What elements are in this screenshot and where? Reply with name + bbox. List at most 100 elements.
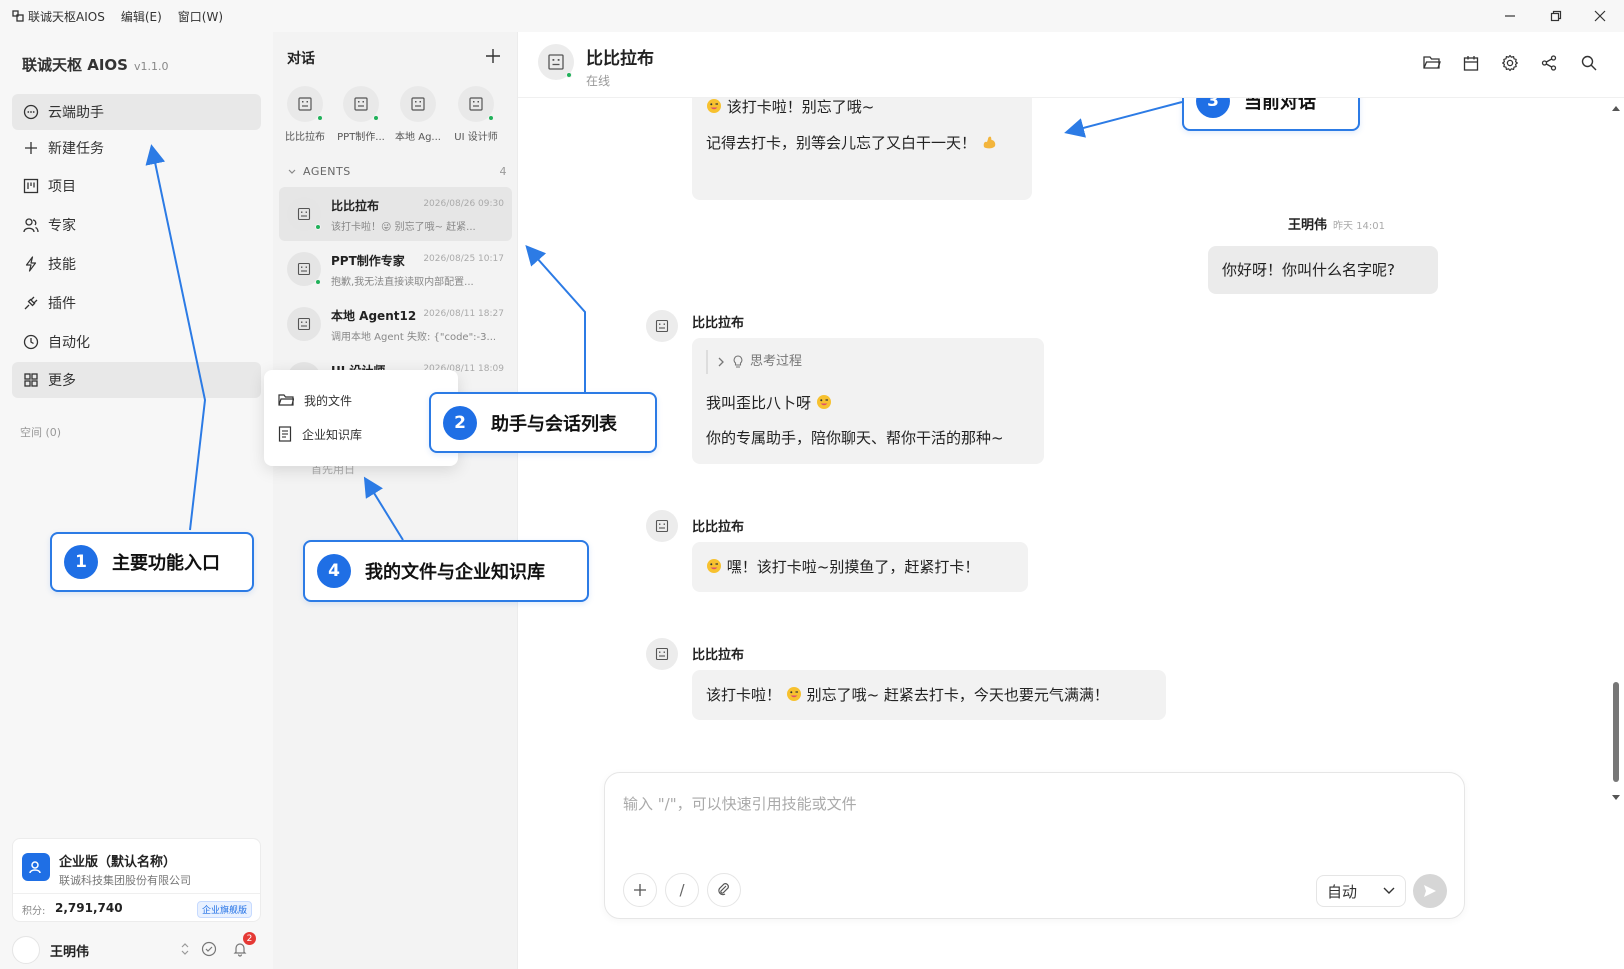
thinking-toggle[interactable]: 思考过程: [706, 350, 802, 374]
app-logo-icon: [12, 10, 24, 22]
share-button[interactable]: [1538, 52, 1560, 74]
conversation-name: PPT制作专家: [331, 254, 405, 268]
message-text: 该打卡啦！别忘了哦~: [726, 98, 875, 116]
quick-agent[interactable]: UI 设计师: [448, 86, 504, 143]
search-button[interactable]: [1578, 52, 1600, 74]
avatar[interactable]: [12, 936, 40, 964]
nav-experts[interactable]: 专家: [12, 207, 261, 243]
menu-window[interactable]: 窗口(W): [178, 8, 223, 25]
experts-icon: [22, 216, 40, 234]
calendar-button[interactable]: [1460, 52, 1482, 74]
menu-label: 我的文件: [304, 393, 353, 408]
nav-more[interactable]: 更多: [12, 362, 261, 398]
send-icon: [1424, 885, 1436, 897]
close-button[interactable]: [1580, 0, 1620, 32]
conversation-item[interactable]: 比比拉布 2026/08/26 09:30 该打卡啦！😜 别忘了哦~ 赶紧...: [279, 187, 512, 241]
nav-label: 专家: [48, 218, 76, 234]
menu-my-files[interactable]: 我的文件: [278, 388, 352, 412]
new-conversation-button[interactable]: [479, 42, 507, 70]
quick-agent[interactable]: PPT制作...: [333, 86, 389, 143]
conversation-preview: 调用本地 Agent 失败: {"code":-3...: [331, 332, 497, 343]
minimize-icon: [1505, 15, 1515, 17]
slash-command-button[interactable]: /: [665, 873, 699, 907]
share-icon: [1541, 55, 1557, 71]
message-line: 我叫歪比八卜呀: [706, 394, 832, 412]
brand: 联诚天枢 AIOS v1.1.0: [22, 54, 168, 75]
agents-section-header[interactable]: AGENTS 4: [287, 165, 507, 178]
message-sender: 王明伟 昨天 14:01: [1288, 214, 1385, 233]
winking-face-tongue-emoji: [816, 395, 831, 409]
menu-label: 企业知识库: [302, 427, 363, 442]
app-menu[interactable]: 联诚天枢AIOS: [12, 8, 105, 25]
status-check-icon[interactable]: [201, 941, 217, 957]
conversation-preview: 抱歉,我无法直接读取内部配置...: [331, 277, 474, 288]
menu-edit[interactable]: 编辑(E): [121, 8, 162, 25]
message-input[interactable]: [623, 795, 1443, 813]
online-dot: [317, 115, 323, 121]
callout-label: 助手与会话列表: [491, 413, 617, 435]
folder-open-button[interactable]: [1421, 52, 1443, 74]
conversation-item[interactable]: 本地 Agent12 2026/08/11 18:27 调用本地 Agent 失…: [279, 297, 512, 351]
nav-plugins[interactable]: 插件: [12, 285, 261, 321]
callout-label: 主要功能入口: [112, 553, 220, 574]
conversation-preview: 该打卡啦！😜 别忘了哦~ 赶紧...: [331, 222, 476, 233]
scroll-thumb[interactable]: [1613, 682, 1619, 782]
minimize-button[interactable]: [1490, 0, 1530, 32]
robot-icon: [287, 197, 321, 231]
quick-agent-label: PPT制作...: [337, 132, 385, 143]
callout-files-knowledge: 4 我的文件与企业知识库: [303, 540, 589, 602]
robot-icon: [287, 252, 321, 286]
chat-status: 在线: [586, 74, 611, 88]
title-bar: 联诚天枢AIOS 编辑(E) 窗口(W): [0, 0, 1624, 32]
message-text: 我叫歪比八卜呀: [706, 394, 812, 412]
lightning-icon: [22, 255, 40, 273]
nav-label: 更多: [48, 373, 76, 389]
nav-label: 插件: [48, 296, 76, 312]
mode-label: 自动: [1327, 882, 1358, 901]
clock-icon: [22, 333, 40, 351]
send-button[interactable]: [1413, 874, 1447, 908]
points-value: 2,791,740: [55, 901, 123, 915]
scrollbar[interactable]: [1612, 104, 1620, 804]
menu-knowledge-base[interactable]: 企业知识库: [278, 422, 362, 446]
nav-automation[interactable]: 自动化: [12, 324, 261, 360]
chevron-right-icon: [718, 357, 724, 367]
nav-label: 云端助手: [48, 105, 104, 121]
version-label: v1.1.0: [133, 60, 169, 73]
plug-icon: [22, 294, 40, 312]
online-dot: [488, 115, 494, 121]
nav-cloud-assistant[interactable]: 云端助手: [12, 94, 261, 130]
quick-agent-label: 比比拉布: [285, 132, 325, 143]
restore-button[interactable]: [1536, 0, 1576, 32]
expand-updown-icon[interactable]: [180, 942, 190, 956]
plus-icon: [486, 49, 500, 63]
org-card[interactable]: 企业版（默认名称） 联诚科技集团股份有限公司 积分: 2,791,740 企业旗…: [12, 838, 261, 922]
user-name[interactable]: 王明伟: [50, 941, 89, 960]
space-label[interactable]: 空间 (0): [20, 424, 61, 440]
grid-icon: [22, 371, 40, 389]
nav-new-task[interactable]: 新建任务: [12, 130, 261, 166]
quick-agent[interactable]: 本地 Ag...: [390, 86, 446, 143]
message-sender: 比比拉布: [692, 316, 745, 331]
attach-link-button[interactable]: [707, 873, 741, 907]
winking-face-tongue-emoji: [707, 99, 721, 113]
thinking-label: 思考过程: [750, 354, 803, 370]
message-text: 别忘了哦~ 赶紧去打卡，今天也要元气满满！: [806, 686, 1109, 704]
settings-button[interactable]: [1499, 52, 1521, 74]
chat-header: 比比拉布 在线: [518, 32, 1624, 98]
conversation-item[interactable]: PPT制作专家 2026/08/25 10:17 抱歉,我无法直接读取内部配置.…: [279, 242, 512, 296]
notification-badge: 2: [243, 932, 256, 945]
add-attachment-button[interactable]: [623, 873, 657, 907]
plus-icon: [634, 884, 646, 896]
plus-icon: [22, 139, 40, 157]
points-label: 积分:: [22, 906, 46, 917]
mode-select[interactable]: 自动: [1316, 875, 1406, 907]
flexed-biceps-emoji: [983, 136, 996, 149]
nav-skills[interactable]: 技能: [12, 246, 261, 282]
quick-agent[interactable]: 比比拉布: [277, 86, 333, 143]
nav-projects[interactable]: 项目: [12, 168, 261, 204]
robot-icon: [343, 86, 379, 122]
message-line: 该打卡啦！别忘了哦~: [706, 98, 874, 116]
nav-label: 技能: [48, 257, 76, 273]
close-icon: [1594, 10, 1606, 22]
